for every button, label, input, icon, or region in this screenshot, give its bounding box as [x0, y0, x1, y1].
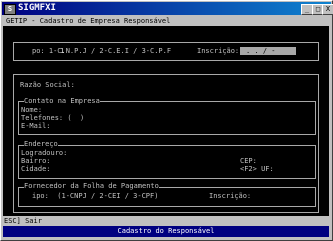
address-section-title: Endereço — [24, 140, 58, 149]
razao-social-label: Razão Social: — [20, 81, 75, 89]
tipo-value[interactable]: 1 — [60, 47, 64, 56]
tipo-label: po: 1-C.N.P.J / 2-C.E.I / 3-C.P.F — [32, 47, 172, 55]
window-title: SIGMFXI — [18, 3, 56, 13]
status-title: Cadastro do Responsável — [117, 227, 215, 235]
status-bar: Cadastro do Responsável — [3, 226, 329, 237]
payroll-supplier-section-title: Fornecedor da Folha de Pagamento — [24, 182, 159, 191]
escape-hint: ESC] Sair — [4, 217, 42, 225]
title-bar[interactable]: S SIGMFXI _ □ X — [2, 2, 333, 15]
app-icon[interactable]: S — [4, 4, 16, 15]
menu-bar-text: GETIP - Cadastro de Empresa Responsável — [6, 17, 171, 25]
payroll-supplier-inscricao-label: Inscrição: — [209, 192, 252, 200]
payroll-supplier-tipo-label: ipo: (1-CNPJ / 2-CEI / 3-CPF) — [32, 192, 159, 200]
app-window: S SIGMFXI _ □ X GETIP - Cadastro de Empr… — [0, 0, 333, 241]
email-label: E-Mail: — [21, 122, 51, 130]
inscricao-label: Inscrição: — [197, 47, 240, 55]
uf-label: <F2> UF: — [240, 165, 274, 173]
inscricao-value: . . / - — [246, 47, 276, 55]
inscricao-field[interactable]: . . / - — [240, 47, 296, 55]
contact-section-title: Contato na Empresa — [24, 97, 100, 106]
cidade-label: Cidade: — [21, 165, 51, 173]
close-button[interactable]: X — [322, 4, 333, 15]
console-screen: po: 1-C.N.P.J / 2-C.E.I / 3-C.P.F 1 Insc… — [3, 26, 329, 216]
